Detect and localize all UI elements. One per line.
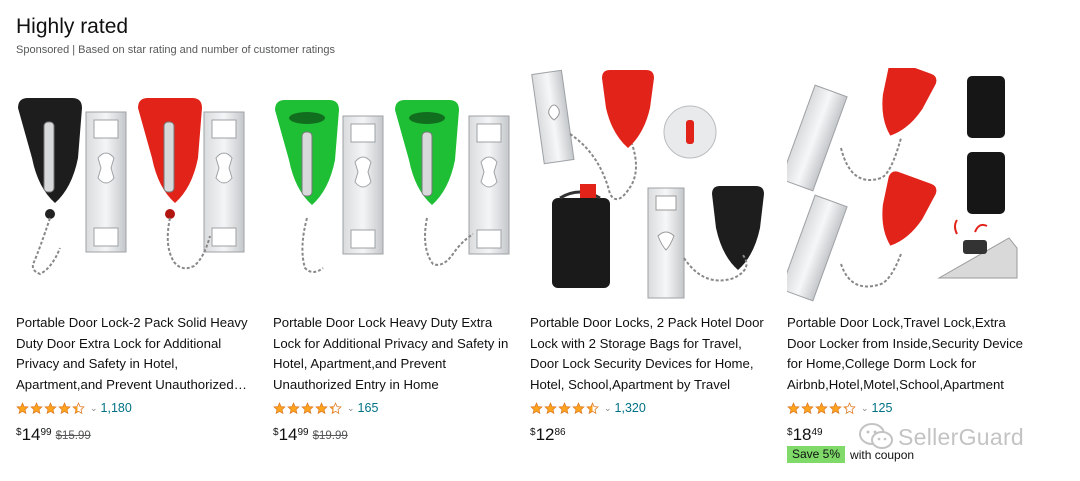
star-icon: [829, 401, 842, 414]
price-currency: $: [16, 427, 22, 438]
star-icon: [815, 401, 828, 414]
chevron-down-icon[interactable]: ⌄: [90, 403, 98, 414]
price-currency: $: [273, 427, 279, 438]
chevron-down-icon[interactable]: ⌄: [604, 403, 612, 414]
wechat-logo-icon: [859, 423, 893, 449]
rating-row[interactable]: ⌄ 165: [273, 399, 514, 417]
star-icon: [58, 401, 71, 414]
product-title[interactable]: Portable Door Locks, 2 Pack Hotel Door L…: [530, 313, 771, 395]
star-icon: [787, 401, 800, 414]
star-icon: [572, 401, 585, 414]
list-price: $15.99: [55, 430, 91, 442]
chevron-down-icon[interactable]: ⌄: [347, 403, 355, 414]
star-icon: [801, 401, 814, 414]
rating-count-link[interactable]: 1,180: [101, 401, 132, 415]
price: $ 12 86: [530, 426, 771, 444]
list-price: $19.99: [312, 430, 348, 442]
rating-row[interactable]: ⌄ 1,180: [16, 399, 257, 417]
star-rating-icon[interactable]: [273, 401, 343, 415]
product-title[interactable]: Portable Door Lock,Travel Lock,Extra Doo…: [787, 313, 1028, 395]
rating-count-link[interactable]: 165: [358, 401, 379, 415]
product-title[interactable]: Portable Door Lock-2 Pack Solid Heavy Du…: [16, 313, 257, 395]
star-icon: [530, 401, 543, 414]
product-grid: Portable Door Lock-2 Pack Solid Heavy Du…: [16, 68, 1066, 463]
price-fraction: 49: [811, 427, 823, 438]
price-whole: 18: [792, 425, 812, 444]
product-image[interactable]: [273, 68, 514, 304]
price-whole: 14: [278, 425, 298, 444]
product-image[interactable]: [787, 68, 1028, 304]
price-whole: 12: [535, 425, 555, 444]
section-title: Highly rated: [16, 15, 129, 38]
star-icon: [16, 401, 29, 414]
price: $ 14 99 $15.99: [16, 426, 257, 444]
star-icon: [544, 401, 557, 414]
star-icon: [72, 401, 85, 414]
rating-count-link[interactable]: 125: [872, 401, 893, 415]
product-card[interactable]: Portable Door Lock-2 Pack Solid Heavy Du…: [16, 68, 257, 463]
star-icon: [30, 401, 43, 414]
star-icon: [301, 401, 314, 414]
star-icon: [44, 401, 57, 414]
star-icon: [315, 401, 328, 414]
section-header: Highly rated Sponsored | Based on star r…: [16, 14, 335, 56]
rating-count-link[interactable]: 1,320: [615, 401, 646, 415]
price-fraction: 99: [297, 427, 309, 438]
star-icon: [558, 401, 571, 414]
rating-row[interactable]: ⌄ 125: [787, 399, 1028, 417]
price-fraction: 86: [554, 427, 566, 438]
star-rating-icon[interactable]: [787, 401, 857, 415]
star-rating-icon[interactable]: [530, 401, 600, 415]
product-card[interactable]: Portable Door Lock Heavy Duty Extra Lock…: [273, 68, 514, 463]
product-card[interactable]: Portable Door Locks, 2 Pack Hotel Door L…: [530, 68, 771, 463]
star-icon: [273, 401, 286, 414]
watermark: SellerGuard: [858, 422, 1024, 452]
price: $ 14 99 $19.99: [273, 426, 514, 444]
price-fraction: 99: [40, 427, 52, 438]
price-whole: 14: [21, 425, 41, 444]
product-card[interactable]: Portable Door Lock,Travel Lock,Extra Doo…: [787, 68, 1028, 463]
star-icon: [329, 401, 342, 414]
chevron-down-icon[interactable]: ⌄: [861, 403, 869, 414]
star-icon: [586, 401, 599, 414]
coupon-badge[interactable]: Save 5%: [787, 446, 846, 463]
section-subtitle: Sponsored | Based on star rating and num…: [16, 44, 335, 56]
rating-row[interactable]: ⌄ 1,320: [530, 399, 771, 417]
star-rating-icon[interactable]: [16, 401, 86, 415]
watermark-text: SellerGuard: [898, 423, 1025, 450]
star-icon: [843, 401, 856, 414]
star-icon: [287, 401, 300, 414]
product-image[interactable]: [530, 68, 771, 304]
price-currency: $: [530, 427, 536, 438]
product-title[interactable]: Portable Door Lock Heavy Duty Extra Lock…: [273, 313, 514, 395]
price-currency: $: [787, 427, 793, 438]
product-image[interactable]: [16, 68, 257, 304]
